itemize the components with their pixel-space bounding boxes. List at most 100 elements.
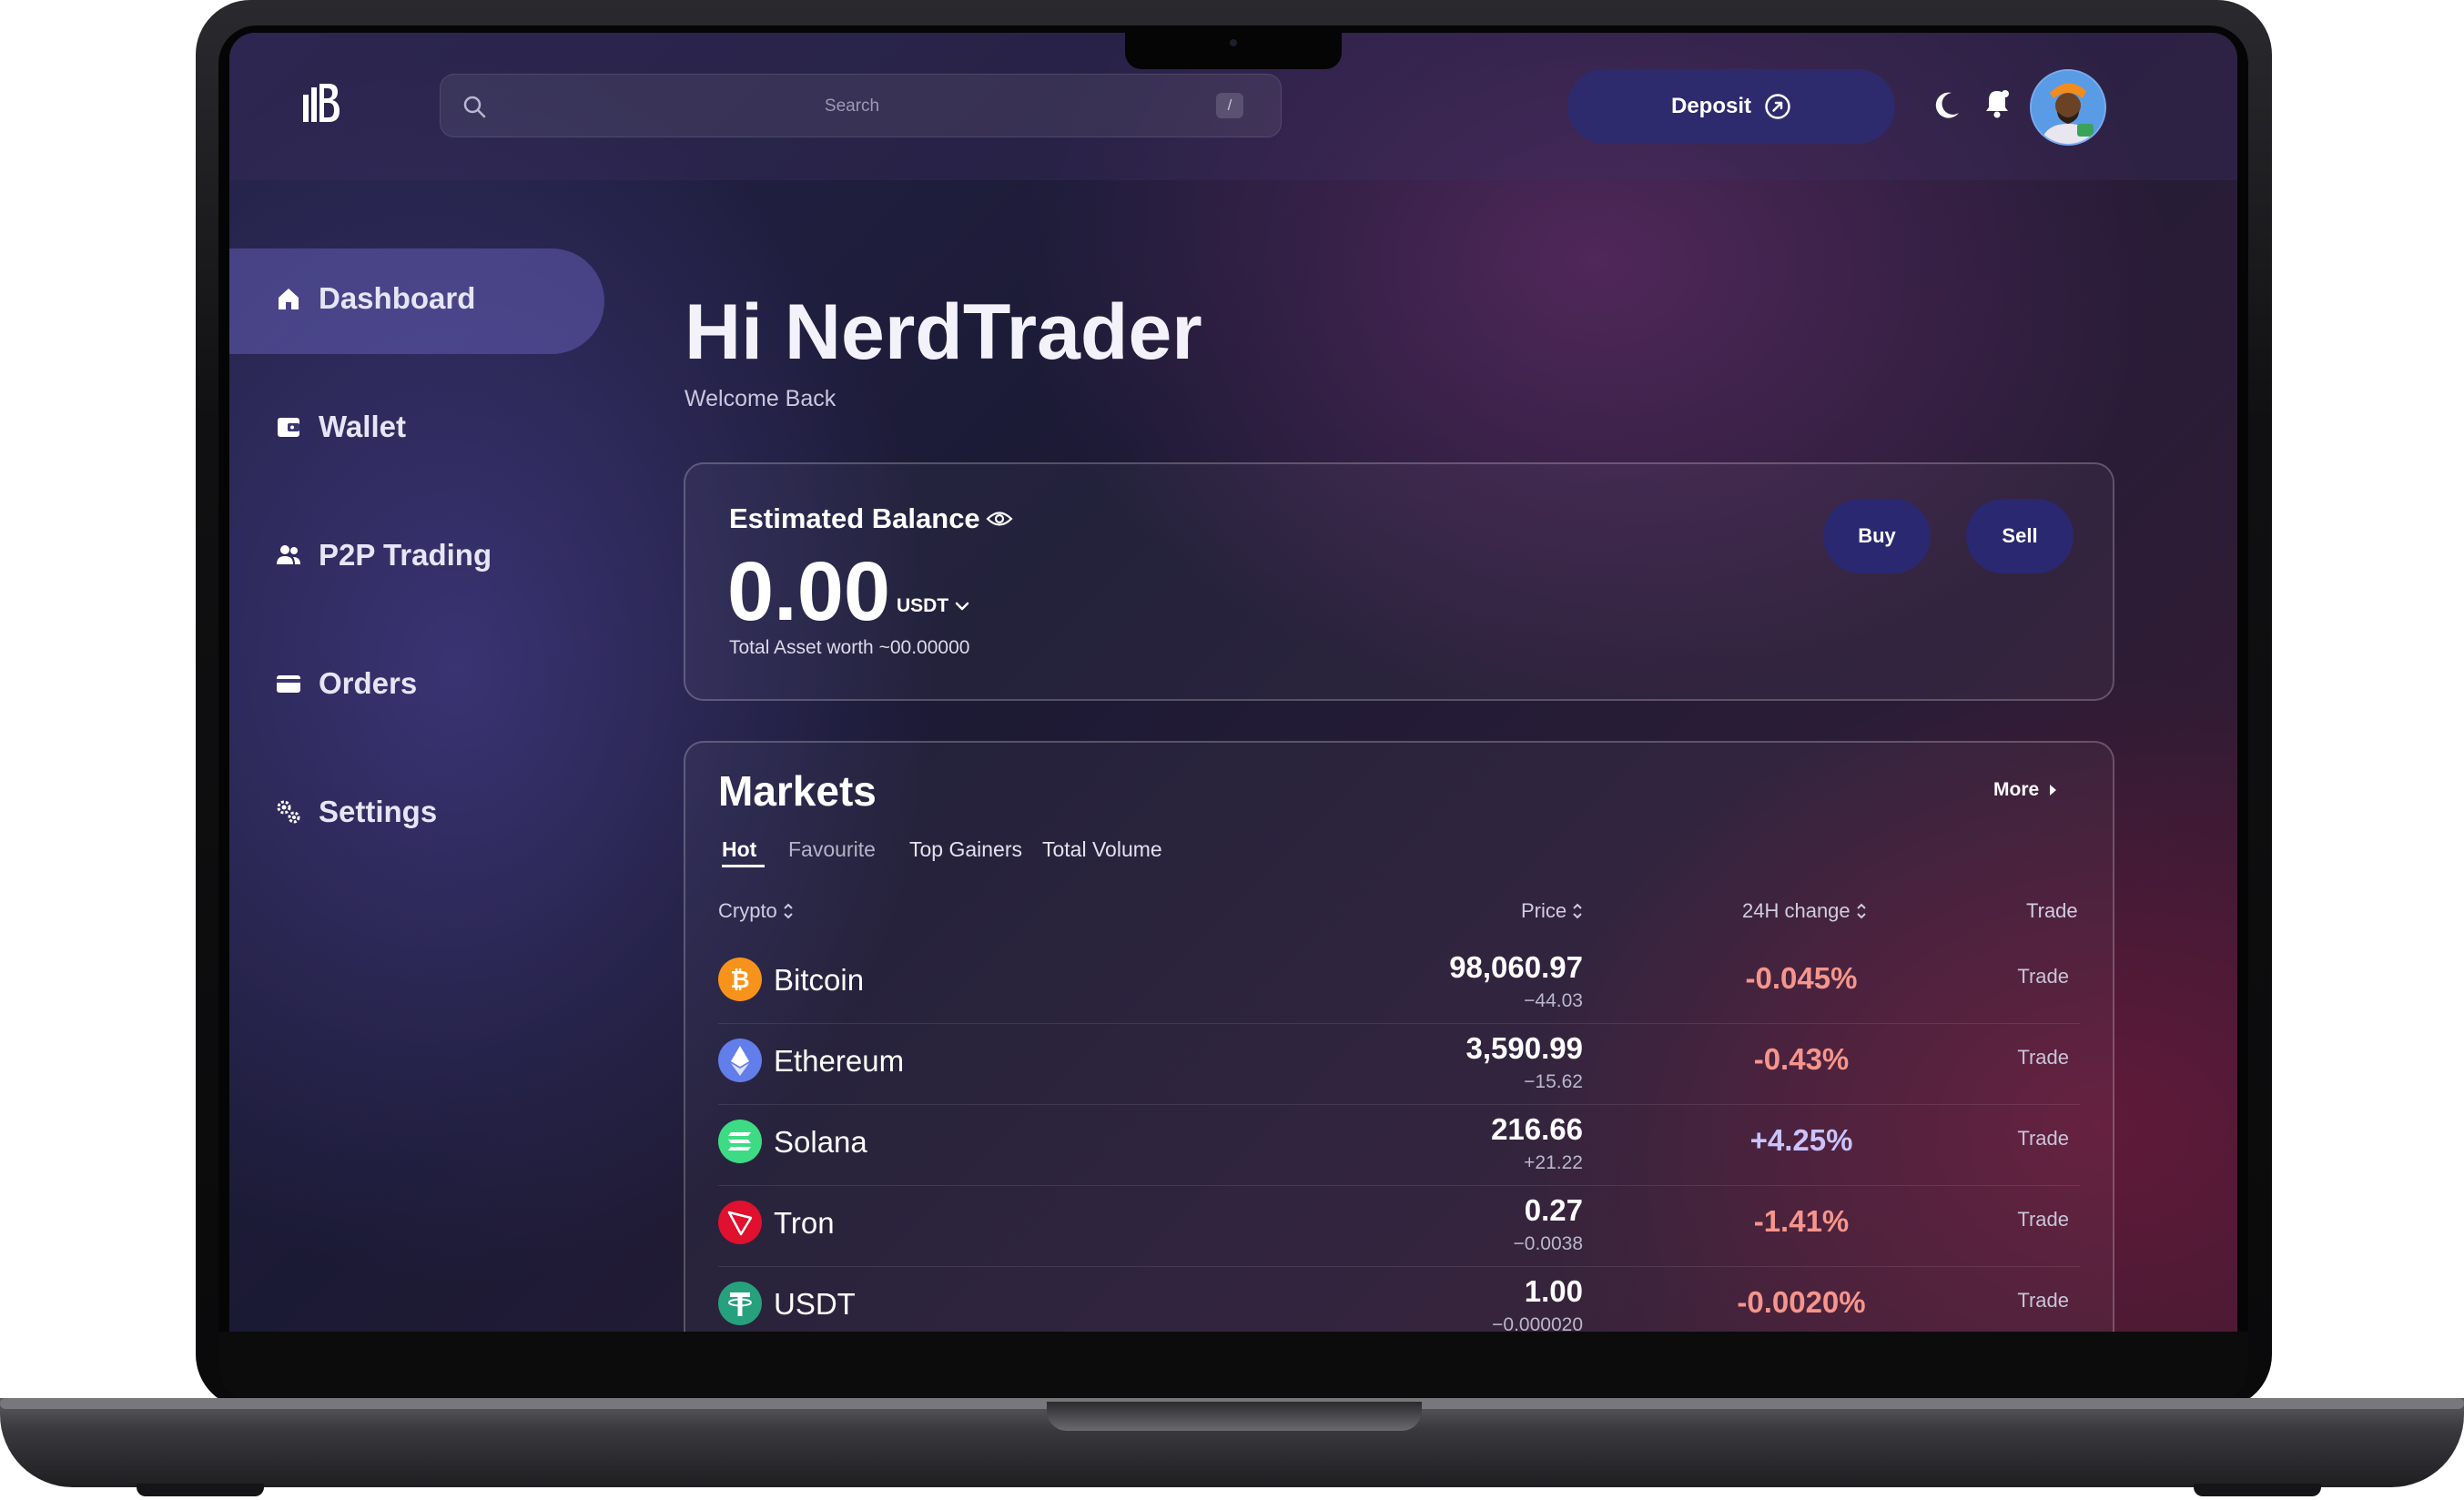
chevron-down-icon: [954, 601, 970, 612]
sort-icon: [1856, 902, 1867, 920]
balance-title-text: Estimated Balance: [729, 502, 980, 534]
camera-icon: [1230, 39, 1237, 46]
users-icon: [275, 542, 302, 569]
coin-name: Tron: [774, 1206, 835, 1240]
coin-24h-change: +4.25%: [1749, 1123, 1853, 1157]
sidebar-item-p2p-trading[interactable]: P2P Trading: [275, 538, 492, 573]
coin-price-change: +21.22: [1524, 1152, 1583, 1173]
coin-price: 3,590.99: [1465, 1031, 1583, 1065]
coin-price: 216.66: [1491, 1112, 1583, 1146]
trade-link[interactable]: Trade: [2017, 1046, 2069, 1069]
coin-24h-change: -0.045%: [1745, 961, 1858, 995]
markets-title: Markets: [718, 767, 877, 815]
trade-link[interactable]: Trade: [2017, 965, 2069, 988]
coin-price-change: −15.62: [1524, 1071, 1583, 1092]
table-row[interactable]: Solana 216.66 +21.22 +4.25% Trade: [718, 1105, 2080, 1186]
laptop-foot-left: [137, 1484, 264, 1496]
column-label: Price: [1521, 899, 1567, 922]
column-label: Crypto: [718, 899, 777, 922]
total-asset-worth: Total Asset worth ~00.00000: [729, 637, 970, 658]
coin-price: 98,060.97: [1449, 950, 1583, 984]
column-label: Trade: [2026, 899, 2078, 922]
sidebar-item-label: Dashboard: [319, 281, 476, 315]
markets-card: Markets More Hot Favourite Top Gainers T…: [684, 741, 2114, 1332]
more-label: More: [1993, 779, 2040, 800]
laptop-foot-right: [2194, 1484, 2321, 1496]
table-row[interactable]: ₿ Bitcoin 98,060.97 −44.03 -0.045% Trade: [718, 943, 2080, 1024]
coin-24h-change: -0.43%: [1753, 1042, 1850, 1076]
search-icon: [462, 95, 486, 118]
buy-button[interactable]: Buy: [1823, 499, 1931, 573]
table-row[interactable]: USDT 1.00 −0.000020 -0.0020% Trade: [718, 1267, 2080, 1332]
column-header-crypto[interactable]: Crypto: [718, 899, 794, 923]
coin-name: Solana: [774, 1125, 867, 1159]
search-shortcut-badge: /: [1216, 93, 1243, 118]
sidebar-item-dashboard[interactable]: Dashboard: [275, 281, 475, 316]
sidebar-item-label: Wallet: [319, 410, 406, 443]
eye-icon[interactable]: [986, 509, 1013, 529]
bell-icon[interactable]: [1979, 86, 2015, 122]
sidebar-item-orders[interactable]: Orders: [275, 666, 417, 701]
table-row[interactable]: Tron 0.27 −0.0038 -1.41% Trade: [718, 1186, 2080, 1267]
balance-amount: 0.00: [727, 545, 891, 638]
trade-link[interactable]: Trade: [2017, 1208, 2069, 1231]
more-link[interactable]: More: [1993, 779, 2057, 801]
wallet-icon: [275, 413, 302, 441]
coin-price-change: −0.000020: [1492, 1314, 1583, 1332]
active-tab-underline: [722, 865, 765, 867]
column-header-24h-change[interactable]: 24H change: [1742, 899, 1867, 923]
trade-link[interactable]: Trade: [2017, 1289, 2069, 1312]
usdt-icon: [718, 1282, 762, 1325]
camera-notch: [1125, 33, 1342, 69]
screen: / Deposit: [229, 33, 2237, 1332]
coin-price-change: −44.03: [1524, 990, 1583, 1011]
avatar[interactable]: [2030, 69, 2106, 146]
currency-label: USDT: [897, 595, 949, 616]
trade-link[interactable]: Trade: [2017, 1127, 2069, 1150]
sort-icon: [783, 902, 794, 920]
tab-hot[interactable]: Hot: [722, 837, 756, 862]
deposit-label: Deposit: [1670, 94, 1751, 118]
laptop-trackpad-notch: [1047, 1402, 1422, 1431]
sidebar-item-settings[interactable]: Settings: [275, 795, 437, 829]
coin-name: Ethereum: [774, 1044, 905, 1078]
sidebar-item-label: P2P Trading: [319, 538, 492, 572]
coin-name: USDT: [774, 1287, 856, 1321]
coin-24h-change: -0.0020%: [1737, 1285, 1866, 1319]
currency-select[interactable]: USDT: [897, 595, 970, 617]
sidebar-item-label: Settings: [319, 795, 438, 828]
sort-icon: [1572, 902, 1583, 920]
table-row[interactable]: Ethereum 3,590.99 −15.62 -0.43% Trade: [718, 1024, 2080, 1105]
tab-top-gainers[interactable]: Top Gainers: [909, 837, 1022, 862]
laptop-mockup: / Deposit: [0, 0, 2464, 1500]
coin-24h-change: -1.41%: [1753, 1204, 1850, 1238]
balance-title: Estimated Balance: [729, 502, 1013, 535]
sidebar-item-label: Orders: [319, 666, 418, 700]
search-input[interactable]: [495, 75, 1209, 138]
solana-icon: [718, 1120, 762, 1163]
arrow-circle-icon: [1764, 93, 1791, 120]
home-icon: [275, 285, 302, 312]
coin-price: 1.00: [1524, 1274, 1583, 1308]
tab-total-volume[interactable]: Total Volume: [1042, 837, 1162, 862]
tab-favourite[interactable]: Favourite: [788, 837, 876, 862]
welcome-subtitle: Welcome Back: [684, 386, 837, 411]
ib-logo-icon[interactable]: [299, 80, 345, 126]
sell-button[interactable]: Sell: [1966, 499, 2074, 573]
sidebar-item-wallet[interactable]: Wallet: [275, 410, 406, 444]
coin-price: 0.27: [1524, 1193, 1583, 1227]
column-header-price[interactable]: Price: [1521, 899, 1583, 923]
laptop-chin: [218, 1332, 2248, 1404]
tron-icon: [718, 1201, 762, 1244]
deposit-button[interactable]: Deposit: [1567, 69, 1895, 144]
column-label: 24H change: [1742, 899, 1851, 922]
balance-card: Estimated Balance 0.00 USDT Total Asset …: [684, 462, 2114, 701]
coin-name: Bitcoin: [774, 963, 865, 997]
moon-icon[interactable]: [1928, 87, 1964, 124]
coin-price-change: −0.0038: [1513, 1233, 1584, 1254]
caret-right-icon: [2048, 784, 2057, 796]
card-icon: [275, 670, 302, 697]
greeting-title: Hi NerdTrader: [684, 289, 1202, 376]
search-bar[interactable]: /: [440, 74, 1282, 138]
ethereum-icon: [718, 1039, 762, 1082]
